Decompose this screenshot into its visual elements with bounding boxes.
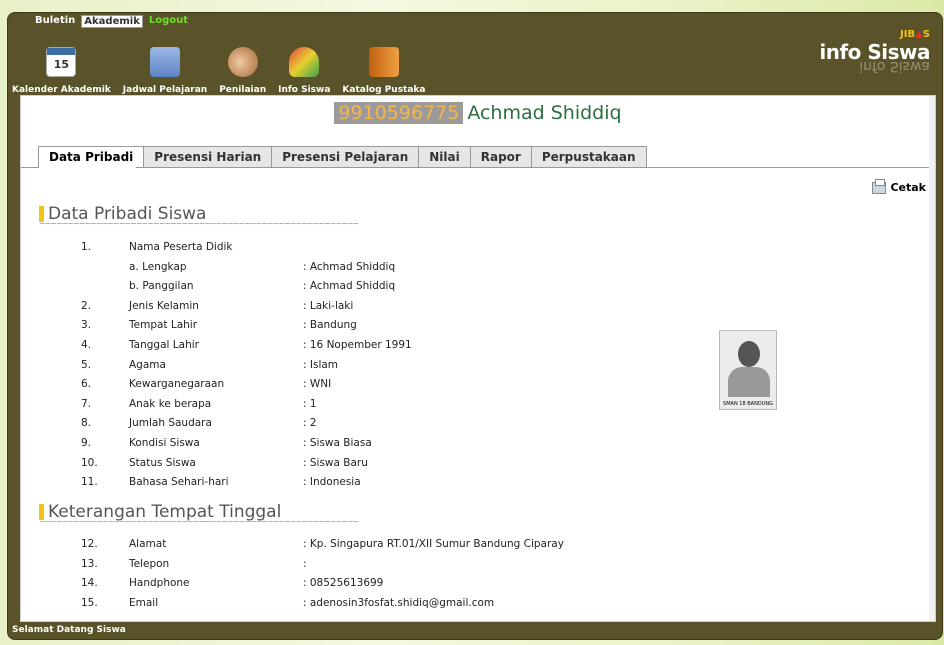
row-label: Alamat <box>129 538 167 550</box>
row-label: Bahasa Sehari-hari <box>129 476 229 489</box>
row-val: : Siswa Biasa <box>303 437 372 449</box>
row-val: : 16 Nopember 1991 <box>303 339 412 351</box>
tab-rapor[interactable]: Rapor <box>469 146 532 167</box>
row-val: : Siswa Baru <box>303 456 368 469</box>
row-no: 7. <box>81 397 92 410</box>
toolbar-label: Jadwal Pelajaran <box>122 85 208 95</box>
row-no: 8. <box>81 417 92 430</box>
student-nis: 9910596775 <box>334 102 464 124</box>
row-no: 10. <box>81 456 98 469</box>
row-val: : 1 <box>303 397 317 410</box>
row-no: 9. <box>81 437 92 449</box>
row-label: Handphone <box>129 577 190 590</box>
app-frame: Buletin Akademik Logout 15 Kalender Akad… <box>7 12 943 640</box>
tab-divider <box>21 167 935 168</box>
row-val: : Indonesia <box>303 476 361 489</box>
row-val: : 08525613699 <box>303 577 384 590</box>
scrollbar[interactable] <box>929 96 935 621</box>
row-label: Nama Peserta Didik <box>129 241 233 253</box>
tab-presensi-pelajaran[interactable]: Presensi Pelajaran <box>271 146 420 167</box>
book-icon <box>368 47 399 77</box>
tab-data-pribadi[interactable]: Data Pribadi <box>38 146 145 167</box>
row-no: 4. <box>81 339 92 351</box>
row-no: 15. <box>81 596 98 609</box>
row-val: : WNI <box>303 378 332 391</box>
top-nav: Buletin Akademik Logout <box>33 15 190 28</box>
toolbar-label: Info Siswa <box>278 85 331 95</box>
row-no: 12. <box>81 538 98 550</box>
toolbar: 15 Kalender Akademik Jadwal Pelajaran Pe… <box>8 29 942 99</box>
section-underline: ~~~~~~~~~~~~~~~~~~~~~~~~~~~~~~~~~~~~~~~~… <box>39 219 359 228</box>
handshake-icon <box>227 47 258 77</box>
row-val: : Kp. Singapura RT.01/XII Sumur Bandung … <box>303 538 564 550</box>
row-label: a. Lengkap <box>129 260 187 273</box>
toolbar-penilaian[interactable]: Penilaian <box>219 47 266 95</box>
row-label: b. Panggilan <box>129 280 194 293</box>
row-no: 2. <box>81 299 92 312</box>
tab-perpustakaan[interactable]: Perpustakaan <box>530 146 647 167</box>
row-val: : 2 <box>303 417 317 430</box>
toolbar-label: Penilaian <box>219 85 267 95</box>
row-val: : Islam <box>303 358 339 371</box>
tab-presensi-harian[interactable]: Presensi Harian <box>143 146 273 167</box>
status-bar: Selamat Datang Siswa <box>12 625 126 635</box>
brand-reflection: info Siswa <box>859 58 930 74</box>
row-label: Tanggal Lahir <box>129 339 199 351</box>
row-val: : Achmad Shiddiq <box>303 260 396 273</box>
brand-jibas-suffix: S <box>922 29 930 40</box>
row-label: Status Siswa <box>129 456 196 469</box>
row-val: : adenosin3fosfat.shidiq@gmail.com <box>303 596 495 609</box>
toolbar-label: Katalog Pustaka <box>342 85 426 95</box>
tab-bar: Data Pribadi Presensi Harian Presensi Pe… <box>38 146 647 167</box>
print-button[interactable]: Cetak <box>872 178 926 194</box>
nav-logout[interactable]: Logout <box>147 15 190 28</box>
section-data-pribadi: Data Pribadi Siswa ~~~~~~~~~~~~~~~~~~~~~… <box>39 204 359 228</box>
photo-caption: SMAN 18 BANDUNG <box>723 401 773 407</box>
brand-logo: JIB▲S info Siswa info Siswa <box>819 29 930 74</box>
tab-nilai[interactable]: Nilai <box>418 146 471 167</box>
row-val: : Laki-laki <box>303 299 354 312</box>
row-no: 14. <box>81 577 98 590</box>
row-val: : <box>303 557 307 570</box>
row-no: 6. <box>81 378 92 391</box>
row-label: Kondisi Siswa <box>129 437 200 449</box>
toolbar-info-siswa[interactable]: Info Siswa <box>278 47 330 95</box>
row-label: Jenis Kelamin <box>129 299 199 312</box>
row-val: : Bandung <box>303 319 357 332</box>
toolbar-jadwal-pelajaran[interactable]: Jadwal Pelajaran <box>123 47 207 95</box>
student-photo: SMAN 18 BANDUNG <box>719 330 777 410</box>
figure-icon <box>289 47 320 77</box>
student-name: Achmad Shiddiq <box>467 102 622 124</box>
row-no: 5. <box>81 358 92 371</box>
page-title: 9910596775 Achmad Shiddiq <box>21 102 935 124</box>
print-label: Cetak <box>890 181 926 194</box>
nav-akademik[interactable]: Akademik <box>81 15 143 28</box>
brand-jibas: JIB <box>900 29 916 40</box>
toolbar-label: Kalender Akademik <box>12 85 111 95</box>
row-no: 3. <box>81 319 92 332</box>
printer-icon <box>872 178 887 194</box>
row-label: Agama <box>129 358 166 371</box>
row-val: : Achmad Shiddiq <box>303 280 396 293</box>
nav-buletin[interactable]: Buletin <box>33 15 77 28</box>
row-no: 1. <box>81 241 92 253</box>
row-no: 13. <box>81 557 98 570</box>
toolbar-kalender-akademik[interactable]: 15 Kalender Akademik <box>12 47 111 95</box>
section-tempat-tinggal: Keterangan Tempat Tinggal ~~~~~~~~~~~~~~… <box>39 502 359 526</box>
row-label: Tempat Lahir <box>129 319 198 332</box>
calendar-icon: 15 <box>46 47 77 77</box>
main-content: 9910596775 Achmad Shiddiq Data Pribadi Pr… <box>20 95 936 622</box>
tab-active-gap <box>39 167 136 168</box>
section-underline: ~~~~~~~~~~~~~~~~~~~~~~~~~~~~~~~~~~~~~~~~… <box>39 517 359 526</box>
row-no: 11. <box>81 476 98 489</box>
toolbar-katalog-pustaka[interactable]: Katalog Pustaka <box>342 47 425 95</box>
row-label: Jumlah Saudara <box>129 417 212 430</box>
notebook-icon <box>149 47 180 77</box>
row-label: Telepon <box>129 557 170 570</box>
row-label: Email <box>129 596 159 609</box>
row-label: Anak ke berapa <box>129 397 212 410</box>
row-label: Kewarganegaraan <box>129 378 225 391</box>
